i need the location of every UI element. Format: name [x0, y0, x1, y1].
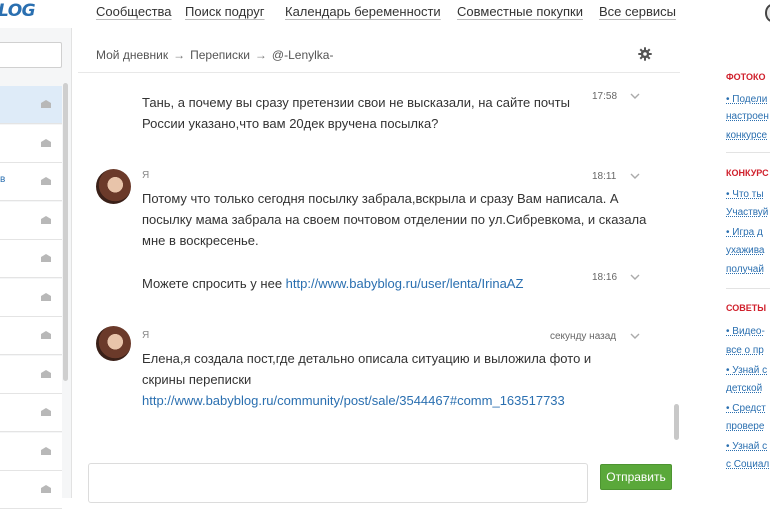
message-text-body: Елена,я создала пост,где детально описал… — [142, 351, 592, 387]
chevron-down-icon[interactable] — [630, 93, 640, 100]
envelope-open-icon — [41, 139, 51, 147]
sidebar-link[interactable]: все о пр — [726, 345, 764, 356]
sidebar-link[interactable]: конкурсе — [726, 130, 767, 141]
sidebar-link[interactable]: • Игра д — [726, 227, 763, 238]
message-time: 17:58 — [592, 91, 618, 102]
breadcrumb-current-user[interactable]: @-Lenylka- — [272, 48, 334, 62]
message-link[interactable]: http://www.babyblog.ru/community/post/sa… — [142, 393, 565, 408]
chevron-down-icon[interactable] — [630, 333, 640, 340]
conversation-list-item[interactable]: в — [0, 163, 62, 201]
message-link[interactable]: http://www.babyblog.ru/user/lenta/IrinaA… — [286, 276, 524, 291]
chevron-down-icon[interactable] — [630, 173, 640, 180]
envelope-open-icon — [41, 100, 51, 108]
envelope-open-icon — [41, 331, 51, 339]
sidebar-link[interactable]: настроен — [726, 111, 769, 122]
nav-joint-purchases-link[interactable]: Совместные покупки — [457, 4, 583, 19]
conversation-list-item[interactable] — [0, 356, 62, 394]
envelope-open-icon — [41, 485, 51, 493]
conversation-list-item[interactable] — [0, 433, 62, 471]
conversation-list-item[interactable] — [0, 202, 62, 240]
envelope-open-icon — [41, 177, 51, 185]
sidebar-link[interactable]: • Что ты — [726, 189, 764, 200]
envelope-open-icon — [41, 293, 51, 301]
sidebar-section-title: КОНКУРС — [726, 168, 769, 178]
message-text: Можете спросить у нее http://www.babyblo… — [142, 273, 662, 294]
conversation-list-item[interactable] — [0, 317, 62, 355]
message-input[interactable] — [88, 463, 588, 503]
envelope-open-icon — [41, 254, 51, 262]
message-author[interactable]: Я — [142, 170, 149, 181]
conversation-list-item[interactable] — [0, 471, 62, 509]
conversation-list-item[interactable] — [0, 125, 62, 163]
send-button[interactable]: Отправить — [600, 464, 672, 490]
avatar[interactable] — [96, 326, 131, 361]
conversation-search-input[interactable] — [0, 42, 62, 68]
sidebar-link[interactable]: ухажива — [726, 245, 765, 256]
site-logo[interactable]: LOG — [0, 1, 36, 21]
envelope-open-icon — [41, 447, 51, 455]
settings-gear-icon[interactable] — [638, 47, 652, 61]
message-time: секунду назад — [550, 331, 617, 342]
sidebar-link[interactable]: • Видео- — [726, 326, 765, 337]
conversation-list-panel: в — [0, 28, 72, 509]
nav-pregnancy-calendar-link[interactable]: Календарь беременности — [285, 4, 441, 19]
nav-all-services-link[interactable]: Все сервисы — [599, 4, 676, 19]
sidebar-link[interactable]: Участвуй — [726, 207, 768, 218]
sidebar-link[interactable]: провере — [726, 421, 764, 432]
nav-find-friends-link[interactable]: Поиск подруг — [185, 4, 265, 19]
conversation-list-item[interactable] — [0, 279, 62, 317]
sidebar-link[interactable]: с Социал — [726, 459, 769, 470]
envelope-open-icon — [41, 370, 51, 378]
nav-communities-link[interactable]: Сообщества — [96, 4, 172, 19]
breadcrumb-conversations[interactable]: Переписки — [190, 48, 250, 62]
sidebar-section-title: ФОТОКО — [726, 72, 766, 82]
chevron-down-icon[interactable] — [630, 274, 640, 281]
sidebar-divider — [726, 152, 770, 153]
sidebar-link[interactable]: детской — [726, 383, 762, 394]
dialog-panel: Мой дневник → Переписки → @-Lenylka- Тань, а… — [78, 28, 680, 503]
conversation-list-scrollbar[interactable] — [63, 83, 68, 381]
sidebar-link[interactable]: • Средст — [726, 403, 766, 414]
message-time: 18:16 — [592, 272, 618, 283]
sidebar-section-title: СОВЕТЫ — [726, 303, 767, 313]
breadcrumb-my-diary[interactable]: Мой дневник — [96, 48, 168, 62]
sidebar-link[interactable]: • Узнай с — [726, 365, 767, 376]
breadcrumb-separator: → — [254, 48, 267, 62]
sidebar-divider — [726, 288, 770, 289]
message-author[interactable]: Я — [142, 330, 149, 341]
conversation-list-item[interactable] — [0, 86, 62, 124]
dialog-scrollbar[interactable] — [674, 404, 679, 440]
conversation-name-fragment: в — [0, 174, 6, 185]
top-navigation-bar: LOG Сообщества Поиск подруг Календарь бе… — [0, 0, 770, 28]
message-text: Тань, а почему вы сразу претензии свои н… — [142, 95, 570, 131]
breadcrumb-separator: → — [173, 48, 186, 62]
user-avatar[interactable] — [765, 4, 770, 22]
sidebar-link[interactable]: • Подели — [726, 94, 767, 105]
envelope-open-icon — [41, 408, 51, 416]
sidebar-link[interactable]: • Узнай с — [726, 441, 767, 452]
conversation-list-item[interactable] — [0, 394, 62, 432]
header-divider — [78, 72, 680, 73]
message-text: Елена,я создала пост,где детально описал… — [142, 348, 632, 411]
breadcrumb: Мой дневник → Переписки → @-Lenylka- — [96, 48, 333, 62]
message-text-prefix: Можете спросить у нее — [142, 276, 286, 291]
message-text: Потому что только сегодня посылку забрал… — [142, 191, 647, 248]
envelope-open-icon — [41, 216, 51, 224]
sidebar-link[interactable]: получай — [726, 264, 764, 275]
avatar[interactable] — [96, 169, 131, 204]
conversation-list-item[interactable] — [0, 240, 62, 278]
message-time: 18:11 — [592, 171, 617, 182]
right-sidebar: ФОТОКО • Подели настроен конкурсе КОНКУР… — [708, 55, 770, 498]
